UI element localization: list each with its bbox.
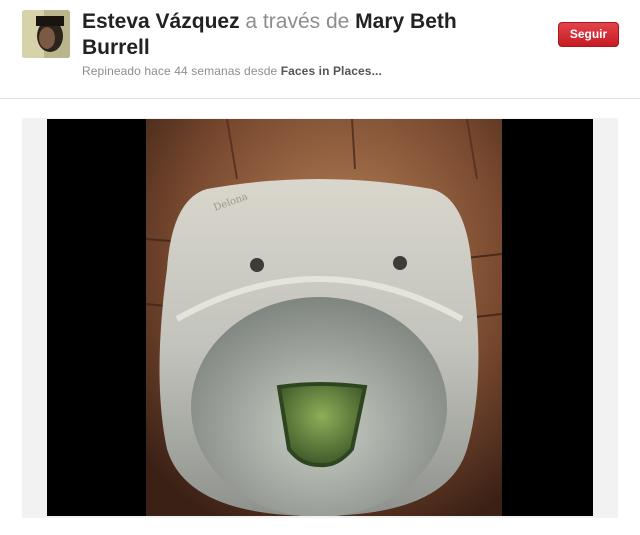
repin-time-text: Repineado hace 44 semanas desde (82, 64, 278, 78)
follow-button[interactable]: Seguir (558, 22, 619, 47)
pin-page: Esteva Vázquez a través de Mary Beth Bur… (0, 0, 640, 535)
via-text: a través de (245, 10, 350, 33)
avatar-image (22, 10, 70, 58)
pin-image[interactable]: Delona (47, 118, 593, 517)
repin-info: Repineado hace 44 semanas desde Faces in… (82, 64, 382, 78)
pin-header: Esteva Vázquez a través de Mary Beth Bur… (0, 0, 640, 99)
toilet-face-photo: Delona (47, 118, 593, 517)
pinner-name[interactable]: Esteva Vázquez (82, 10, 240, 33)
avatar[interactable] (22, 10, 70, 58)
board-link[interactable]: Faces in Places... (281, 64, 382, 78)
pin-attribution: Esteva Vázquez a través de Mary Beth Bur… (82, 9, 522, 61)
